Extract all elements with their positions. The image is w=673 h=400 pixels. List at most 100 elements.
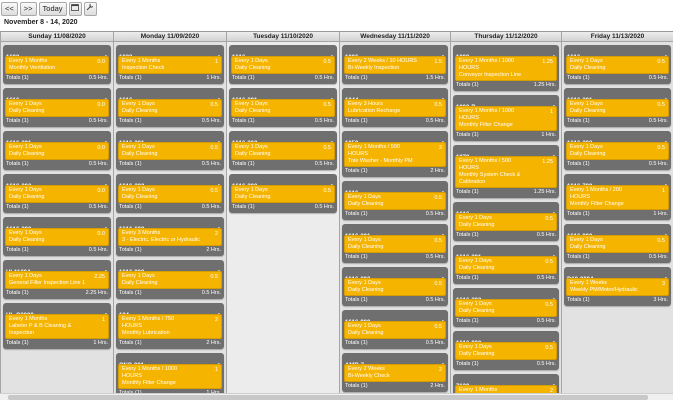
pencil-icon[interactable] xyxy=(214,220,221,233)
job-card[interactable]: 1616-201Every 1 DaysDaily Cleaning 0.5 Tot… xyxy=(564,88,671,127)
job-card[interactable]: 1006Every 2 Weeks / 10 HOURSBi-Weekly In… xyxy=(342,45,448,84)
pencil-icon[interactable] xyxy=(661,177,668,190)
day-header[interactable]: Friday 11/13/2020 xyxy=(562,32,673,42)
today-button[interactable]: Today xyxy=(38,2,67,16)
task-item[interactable]: Every 1 Days Daily Cleaning 0.5 xyxy=(566,56,669,74)
prev-week-button[interactable]: << xyxy=(1,2,18,16)
job-card[interactable]: CNC-001Every 1 Months / 1000HOURSMonthly… xyxy=(116,353,224,394)
pencil-icon[interactable] xyxy=(101,306,108,319)
job-card[interactable]: 1616-900Every 1 DaysDaily Cleaning 0.5 Tot… xyxy=(116,260,224,299)
job-card[interactable]: 1616-600Every 3 Months3 - Electric, Elec… xyxy=(116,217,224,256)
job-card[interactable]: 1616-202Every 1 DaysDaily Cleaning 0.5 Tot… xyxy=(229,131,337,170)
job-card[interactable]: 1616-202Every 1 DaysDaily Cleaning 0.5 Tot… xyxy=(342,267,448,306)
task-item[interactable]: Every 1 Days Daily Cleaning 0.5 xyxy=(231,142,335,160)
pencil-icon[interactable] xyxy=(438,48,445,61)
calendar-icon[interactable] xyxy=(68,2,82,16)
pencil-icon[interactable] xyxy=(214,263,221,276)
task-item[interactable]: Every 1 Days Daily Cleaning 0.5 xyxy=(566,142,669,160)
day-header[interactable]: Monday 11/09/2020 xyxy=(114,32,226,42)
pencil-icon[interactable] xyxy=(661,134,668,147)
task-item[interactable]: Every 1 Days Daily Cleaning 0.5 xyxy=(455,342,557,360)
job-card[interactable]: 1616-900Every 1 DaysDaily Cleaning 0.5 Tot… xyxy=(453,331,559,370)
pencil-icon[interactable] xyxy=(101,48,108,61)
job-card[interactable]: 1616Every 1 DaysDaily Cleaning 0.5 Totals … xyxy=(229,45,337,84)
job-card[interactable]: 1616-202Every 1 DaysDaily Cleaning 0.5 Tot… xyxy=(453,288,559,327)
task-item[interactable]: Every 1 Days Daily Cleaning 0.5 xyxy=(118,142,222,160)
job-card[interactable]: 1616-201Every 1 DaysDaily Cleaning 0.5 Tot… xyxy=(342,224,448,263)
pencil-icon[interactable] xyxy=(438,356,445,369)
pencil-icon[interactable] xyxy=(661,48,668,61)
task-item[interactable]: Every 1 Days Daily Cleaning 0.5 xyxy=(118,99,222,117)
job-card[interactable]: AMR-7Every 2 WeeksBi-Weekly Check 2 Totals… xyxy=(342,353,448,392)
job-card[interactable]: 1616-201Every 1 DaysDaily Cleaning 0.0 Tot… xyxy=(3,131,111,170)
pencil-icon[interactable] xyxy=(549,377,556,390)
task-item[interactable]: Every 1 Days Daily Cleaning 0.5 xyxy=(455,299,557,317)
pencil-icon[interactable] xyxy=(438,227,445,240)
task-item[interactable]: Every 2 Weeks Bi-Weekly Check 2 xyxy=(344,364,446,382)
job-card[interactable]: D10-0004Every 1 WeeksWeekly PM/Motor/Hyd… xyxy=(564,267,671,306)
pencil-icon[interactable] xyxy=(438,270,445,283)
task-item[interactable]: Every 3 Hours Lubrication Recharge 0.5 xyxy=(344,99,446,117)
task-item[interactable]: Every 1 Months Monthly Ventilation 0.0 xyxy=(5,56,109,74)
day-header[interactable]: Thursday 11/12/2020 xyxy=(451,32,561,42)
job-card[interactable]: 1616-202Every 1 DaysDaily Cleaning 0.0 Tot… xyxy=(3,174,111,213)
pencil-icon[interactable] xyxy=(214,306,221,319)
job-card[interactable]: 1070Every 1 Months / 500HOURSMonthly Sys… xyxy=(453,145,559,198)
job-card[interactable]: 1616-202Every 1 DaysDaily Cleaning 0.5 Tot… xyxy=(564,131,671,170)
pencil-icon[interactable] xyxy=(549,48,556,61)
task-item[interactable]: Every 1 Months Inspection Check 1 xyxy=(118,56,222,74)
task-item[interactable]: Every 1 Days Daily Cleaning 0.5 xyxy=(231,56,335,74)
wrench-icon[interactable] xyxy=(83,2,97,16)
job-card[interactable]: 1616Every 1 DaysDaily Cleaning 0.5 Totals … xyxy=(453,202,559,241)
job-card[interactable]: 1600Every 1 MonthsMonthly Ventilation 0.0… xyxy=(3,45,111,84)
pencil-icon[interactable] xyxy=(549,205,556,218)
pencil-icon[interactable] xyxy=(549,248,556,261)
job-card[interactable]: 1616Every 1 DaysDaily Cleaning 0.5 Totals … xyxy=(564,45,671,84)
horizontal-scrollbar[interactable] xyxy=(0,393,673,400)
task-item[interactable]: Every 1 Months / 750 HOURS Monthly Lubrica… xyxy=(118,314,222,339)
task-item[interactable]: Every 1 Months Labeler P & B Cleaning & In… xyxy=(5,314,109,339)
day-header[interactable]: Tuesday 11/10/2020 xyxy=(227,32,339,42)
task-item[interactable]: Every 1 Days Daily Cleaning 0.0 xyxy=(5,228,109,246)
pencil-icon[interactable] xyxy=(661,227,668,240)
job-card[interactable]: 1616-201Every 1 DaysDaily Cleaning 0.5 Tot… xyxy=(229,88,337,127)
scrollbar-thumb[interactable] xyxy=(8,395,648,400)
task-item[interactable]: Every 1 Days Daily Cleaning 0.5 xyxy=(118,271,222,289)
job-card[interactable]: 1616-201Every 1 DaysDaily Cleaning 0.5 Tot… xyxy=(116,131,224,170)
job-card[interactable]: 1044Every 3 HoursLubrication Recharge 0.5… xyxy=(342,88,448,127)
job-card[interactable]: 1616-900Every 1 DaysDaily Cleaning 0.5 Tot… xyxy=(342,310,448,349)
task-item[interactable]: Every 1 Days Daily Cleaning 0.0 xyxy=(5,185,109,203)
pencil-icon[interactable] xyxy=(438,184,445,197)
pencil-icon[interactable] xyxy=(101,91,108,104)
pencil-icon[interactable] xyxy=(214,134,221,147)
pencil-icon[interactable] xyxy=(214,356,221,369)
task-item[interactable]: Every 1 Months / 500 HOURS Tote Washer - M… xyxy=(344,142,446,167)
day-header[interactable]: Sunday 11/08/2020 xyxy=(1,32,113,42)
pencil-icon[interactable] xyxy=(327,177,334,190)
job-card[interactable]: 1616Every 1 DaysDaily Cleaning 0.5 Totals … xyxy=(116,88,224,127)
job-card[interactable]: 7120Every 1 MonthsMonthly Machine Check2 xyxy=(453,374,559,394)
job-card[interactable]: HL-C3000Every 1 MonthsLabeler P & B Clea… xyxy=(3,303,111,349)
pencil-icon[interactable] xyxy=(438,313,445,326)
task-item[interactable]: Every 1 Months / 1000 HOURS Monthly Filter… xyxy=(118,364,222,389)
job-card[interactable]: 1616-300Every 1 DaysDaily Cleaning 0.5 Tot… xyxy=(229,174,337,213)
task-item[interactable]: Every 1 Days Daily Cleaning 0.5 xyxy=(455,256,557,274)
job-card[interactable]: 1616-202Every 1 DaysDaily Cleaning 0.5 Tot… xyxy=(116,174,224,213)
task-item[interactable]: Every 1 Days Daily Cleaning 0.5 xyxy=(455,213,557,231)
pencil-icon[interactable] xyxy=(327,134,334,147)
pencil-icon[interactable] xyxy=(438,134,445,147)
task-item[interactable]: Every 1 Days Daily Cleaning 0.5 xyxy=(344,321,446,339)
pencil-icon[interactable] xyxy=(214,48,221,61)
task-item[interactable]: Every 1 Months / 1000 HOURS Conveyor Inspe… xyxy=(455,56,557,81)
job-card[interactable]: 1000-BEvery 1 Months / 1000HOURSMonthly … xyxy=(453,95,559,141)
task-item[interactable]: Every 2 Weeks / 10 HOURS Bi-Weekly Inspec… xyxy=(344,56,446,74)
pencil-icon[interactable] xyxy=(214,177,221,190)
pencil-icon[interactable] xyxy=(327,91,334,104)
task-item[interactable]: Every 1 Days Daily Cleaning 0.5 xyxy=(344,235,446,253)
task-item[interactable]: Every 1 Months / 500 HOURS Monthly System … xyxy=(455,156,557,188)
pencil-icon[interactable] xyxy=(214,91,221,104)
pencil-icon[interactable] xyxy=(661,91,668,104)
job-card[interactable]: 1616Every 1 DaysDaily Cleaning 0.5 Totals … xyxy=(342,181,448,220)
day-header[interactable]: Wednesday 11/11/2020 xyxy=(340,32,450,42)
pencil-icon[interactable] xyxy=(549,291,556,304)
